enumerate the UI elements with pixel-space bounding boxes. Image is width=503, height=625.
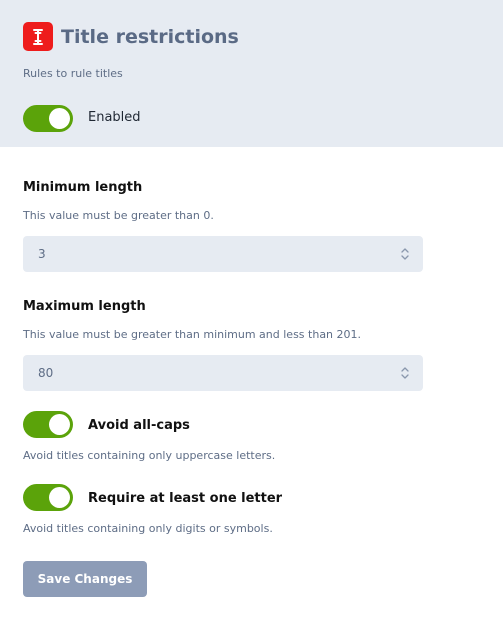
min-length-input[interactable]: 3 — [23, 236, 423, 272]
save-changes-button[interactable]: Save Changes — [23, 561, 147, 597]
settings-header: Title restrictions Rules to rule titles … — [0, 0, 503, 147]
require-letter-label: Require at least one letter — [88, 491, 283, 506]
page-title: Title restrictions — [61, 25, 239, 48]
stepper-icon[interactable] — [399, 364, 411, 382]
min-length-help: This value must be greater than 0. — [23, 209, 214, 222]
toggle-knob — [49, 414, 70, 435]
require-letter-help: Avoid titles containing only digits or s… — [23, 522, 273, 535]
enabled-label: Enabled — [88, 110, 141, 125]
avoid-caps-toggle[interactable] — [23, 411, 73, 438]
max-length-help: This value must be greater than minimum … — [23, 328, 362, 341]
stepper-icon[interactable] — [399, 245, 411, 263]
title-row: Title restrictions — [23, 22, 239, 51]
toggle-knob — [49, 108, 70, 129]
text-cursor-icon — [23, 22, 53, 51]
require-letter-toggle[interactable] — [23, 484, 73, 511]
avoid-caps-label: Avoid all-caps — [88, 418, 190, 433]
max-length-input[interactable]: 80 — [23, 355, 423, 391]
min-length-value: 3 — [38, 247, 46, 261]
avoid-caps-help: Avoid titles containing only uppercase l… — [23, 449, 276, 462]
toggle-knob — [49, 487, 70, 508]
max-length-value: 80 — [38, 366, 54, 380]
max-length-label: Maximum length — [23, 299, 146, 314]
enabled-toggle[interactable] — [23, 105, 73, 132]
page-subtitle: Rules to rule titles — [23, 67, 123, 80]
min-length-label: Minimum length — [23, 180, 143, 195]
